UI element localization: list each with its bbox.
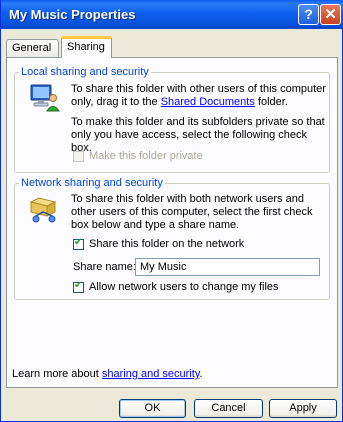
local-sharing-text: To share this folder with other users of…	[71, 83, 329, 109]
tab-general[interactable]: General	[6, 39, 59, 57]
share-on-network-label: Share this folder on the network	[89, 238, 245, 250]
learn-more-suffix: .	[199, 368, 203, 380]
close-button[interactable]: ✕	[320, 4, 341, 25]
learn-more-prefix: Learn more about	[12, 368, 102, 380]
window-title: My Music Properties	[9, 7, 136, 22]
network-sharing-group: Network sharing and security To share th…	[14, 177, 330, 300]
share-on-network-checkbox[interactable]	[73, 237, 84, 250]
learn-more-text: Learn more about sharing and security.	[12, 368, 203, 380]
share-name-label: Share name:	[73, 261, 136, 273]
shared-documents-link[interactable]: Shared Documents	[161, 96, 255, 108]
local-sharing-text-post: folder.	[254, 96, 288, 108]
ok-button[interactable]: OK	[119, 399, 186, 418]
close-icon: ✕	[324, 6, 337, 23]
sharing-security-link[interactable]: sharing and security	[102, 368, 200, 380]
properties-dialog: My Music Properties ? ✕ General Sharing …	[0, 0, 343, 422]
make-private-label: Make this folder private	[89, 150, 203, 162]
allow-change-files-label: Allow network users to change my files	[89, 281, 279, 293]
network-sharing-text: To share this folder with both network u…	[71, 193, 313, 231]
network-share-icon	[29, 197, 57, 223]
help-icon: ?	[304, 6, 313, 22]
title-bar[interactable]: My Music Properties ? ✕	[1, 0, 343, 29]
cancel-button[interactable]: Cancel	[194, 399, 263, 418]
local-sharing-group-label: Local sharing and security	[19, 66, 151, 78]
apply-button[interactable]: Apply	[269, 399, 337, 418]
local-sharing-group: Local sharing and security To share this…	[14, 66, 330, 173]
share-name-input[interactable]: My Music	[135, 258, 320, 276]
computer-users-icon	[30, 84, 60, 112]
help-button[interactable]: ?	[298, 4, 319, 25]
allow-change-files-checkbox[interactable]	[73, 280, 84, 293]
tab-sharing[interactable]: Sharing	[61, 36, 112, 58]
network-sharing-group-label: Network sharing and security	[19, 177, 165, 189]
make-private-checkbox[interactable]	[73, 151, 84, 162]
sharing-panel: Local sharing and security To share this…	[6, 57, 338, 388]
